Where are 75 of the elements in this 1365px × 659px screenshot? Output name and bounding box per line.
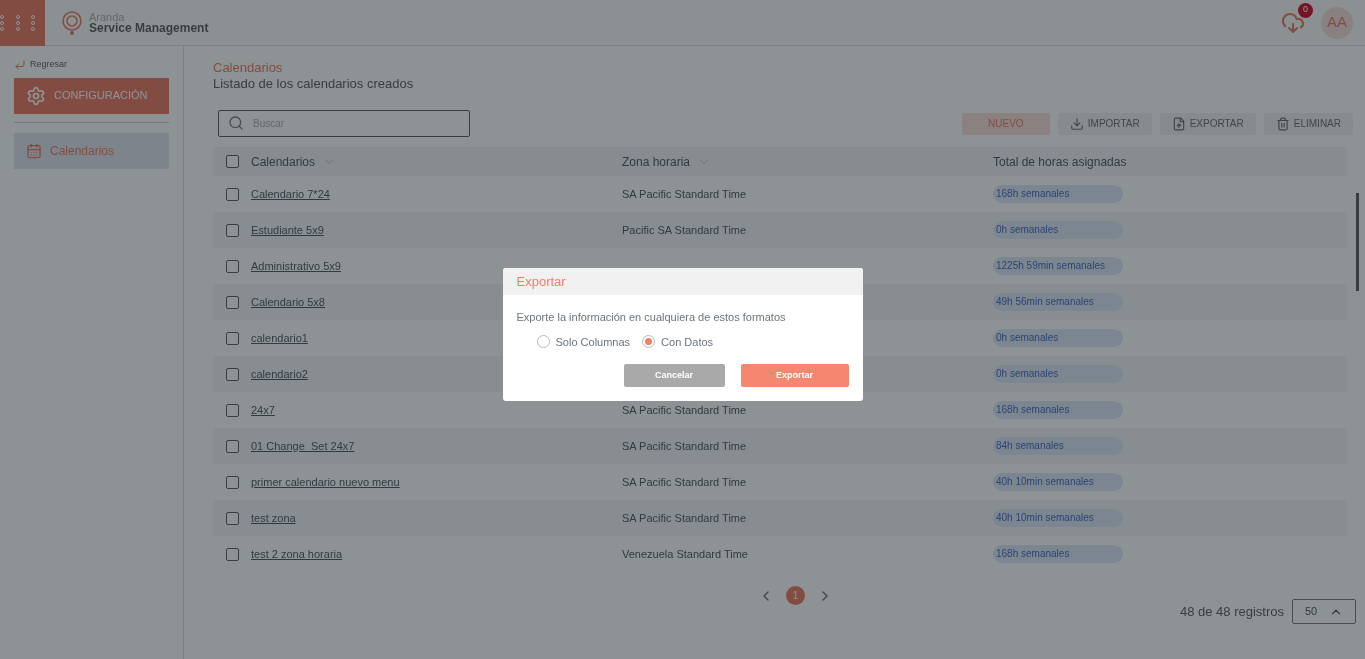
checkbox[interactable] [226,511,239,525]
action-button[interactable]: ELIMINAR [1263,112,1353,135]
hours-tag: 168h semanales [993,401,1123,419]
settings-icon [26,85,46,106]
hours-tag: 0h semanales [993,221,1123,239]
action-button[interactable]: EXPORTAR [1159,112,1256,135]
apps-button[interactable] [0,0,45,46]
hours-tag: 40h 10min semanales [993,509,1123,527]
calendar-link[interactable]: Administrativo 5x9 [251,259,341,272]
records-count: 48 de 48 registros [1179,602,1284,621]
sidebar-item[interactable]: Calendarios [14,132,169,169]
table-cell: SA Pacific Standard Time [622,511,747,524]
section-title: CONFIGURACIÓN [54,88,148,104]
export-button[interactable]: Exportar [740,364,849,387]
radio-option[interactable]: Solo Columnas [536,333,631,350]
page-number[interactable]: 1 [786,586,805,605]
logo-icon [61,9,83,36]
checkbox[interactable] [226,547,239,561]
dialog-message: Exporte la información en cualquiera de estos formatos [516,310,787,325]
hours-tag: 0h semanales [993,365,1123,383]
table-cell: SA Pacific Standard Time [622,187,747,200]
brand-title: Service Management [89,22,209,34]
table-cell: SA Pacific Standard Time [622,403,747,416]
table-cell: SA Pacific Standard Time [622,439,747,452]
dialog-title: Exportar [516,272,566,291]
cancel-button[interactable]: Cancelar [623,364,725,387]
column-header: Zona horaria [622,153,691,171]
hours-tag: 0h semanales [993,329,1123,347]
table-cell: Pacific SA Standard Time [622,223,747,236]
radio-option[interactable]: Con Datos [642,333,714,350]
table-cell: SA Pacific Standard Time [622,475,747,488]
checkbox[interactable] [226,259,239,273]
new-button[interactable]: NUEVO [961,112,1050,135]
calendar-link[interactable]: 01 Change_Set 24x7 [251,439,355,452]
checkbox[interactable] [226,367,239,381]
checkbox[interactable] [226,155,239,168]
checkbox[interactable] [226,475,239,489]
calendar-link[interactable]: Calendario 5x8 [251,295,325,308]
page-title: Calendarios [213,60,284,76]
calendar-link[interactable]: Estudiante 5x9 [251,223,324,236]
hours-tag: 49h 56min semanales [993,293,1123,311]
search-icon [228,115,244,131]
action-button[interactable]: IMPORTAR [1057,112,1152,135]
file-icon [1171,116,1186,131]
column-header: Calendarios [251,153,316,171]
page-subtitle: Listado de los calendarios creados [213,76,415,92]
checkbox[interactable] [226,187,239,201]
calendar-link[interactable]: Calendario 7*24 [251,187,330,200]
checkbox[interactable] [226,331,239,345]
checkbox[interactable] [226,403,239,417]
notification-badge: 0 [1298,2,1313,18]
calendar-link[interactable]: calendario1 [251,331,308,344]
checkbox[interactable] [226,439,239,453]
page-size-select[interactable]: 50 [1292,599,1356,624]
calendar-link[interactable]: primer calendario nuevo menu [251,475,400,488]
calendar-link[interactable]: 24x7 [251,403,275,416]
calendar-link[interactable]: test 2 zona horaria [251,547,343,560]
hours-tag: 40h 10min semanales [993,473,1123,491]
hours-tag: 84h semanales [993,437,1123,455]
checkbox[interactable] [226,295,239,309]
column-header: Total de horas asignadas [993,153,1127,171]
calendar-icon [26,142,42,159]
calendar-link[interactable]: test zona [251,511,296,524]
table-cell: Venezuela Standard Time [622,547,748,560]
import-icon [1069,116,1084,131]
back-arrow-icon [14,58,26,71]
calendar-link[interactable]: calendario2 [251,367,308,380]
hours-tag: 1225h 59min semanales [993,257,1123,275]
hours-tag: 168h semanales [993,185,1123,203]
hours-tag: 168h semanales [993,545,1123,563]
download-icon[interactable] [1281,10,1305,35]
scrollbar[interactable] [1356,193,1359,291]
back-link[interactable]: Regresar [14,58,169,72]
trash-icon [1275,116,1290,131]
checkbox[interactable] [226,223,239,237]
